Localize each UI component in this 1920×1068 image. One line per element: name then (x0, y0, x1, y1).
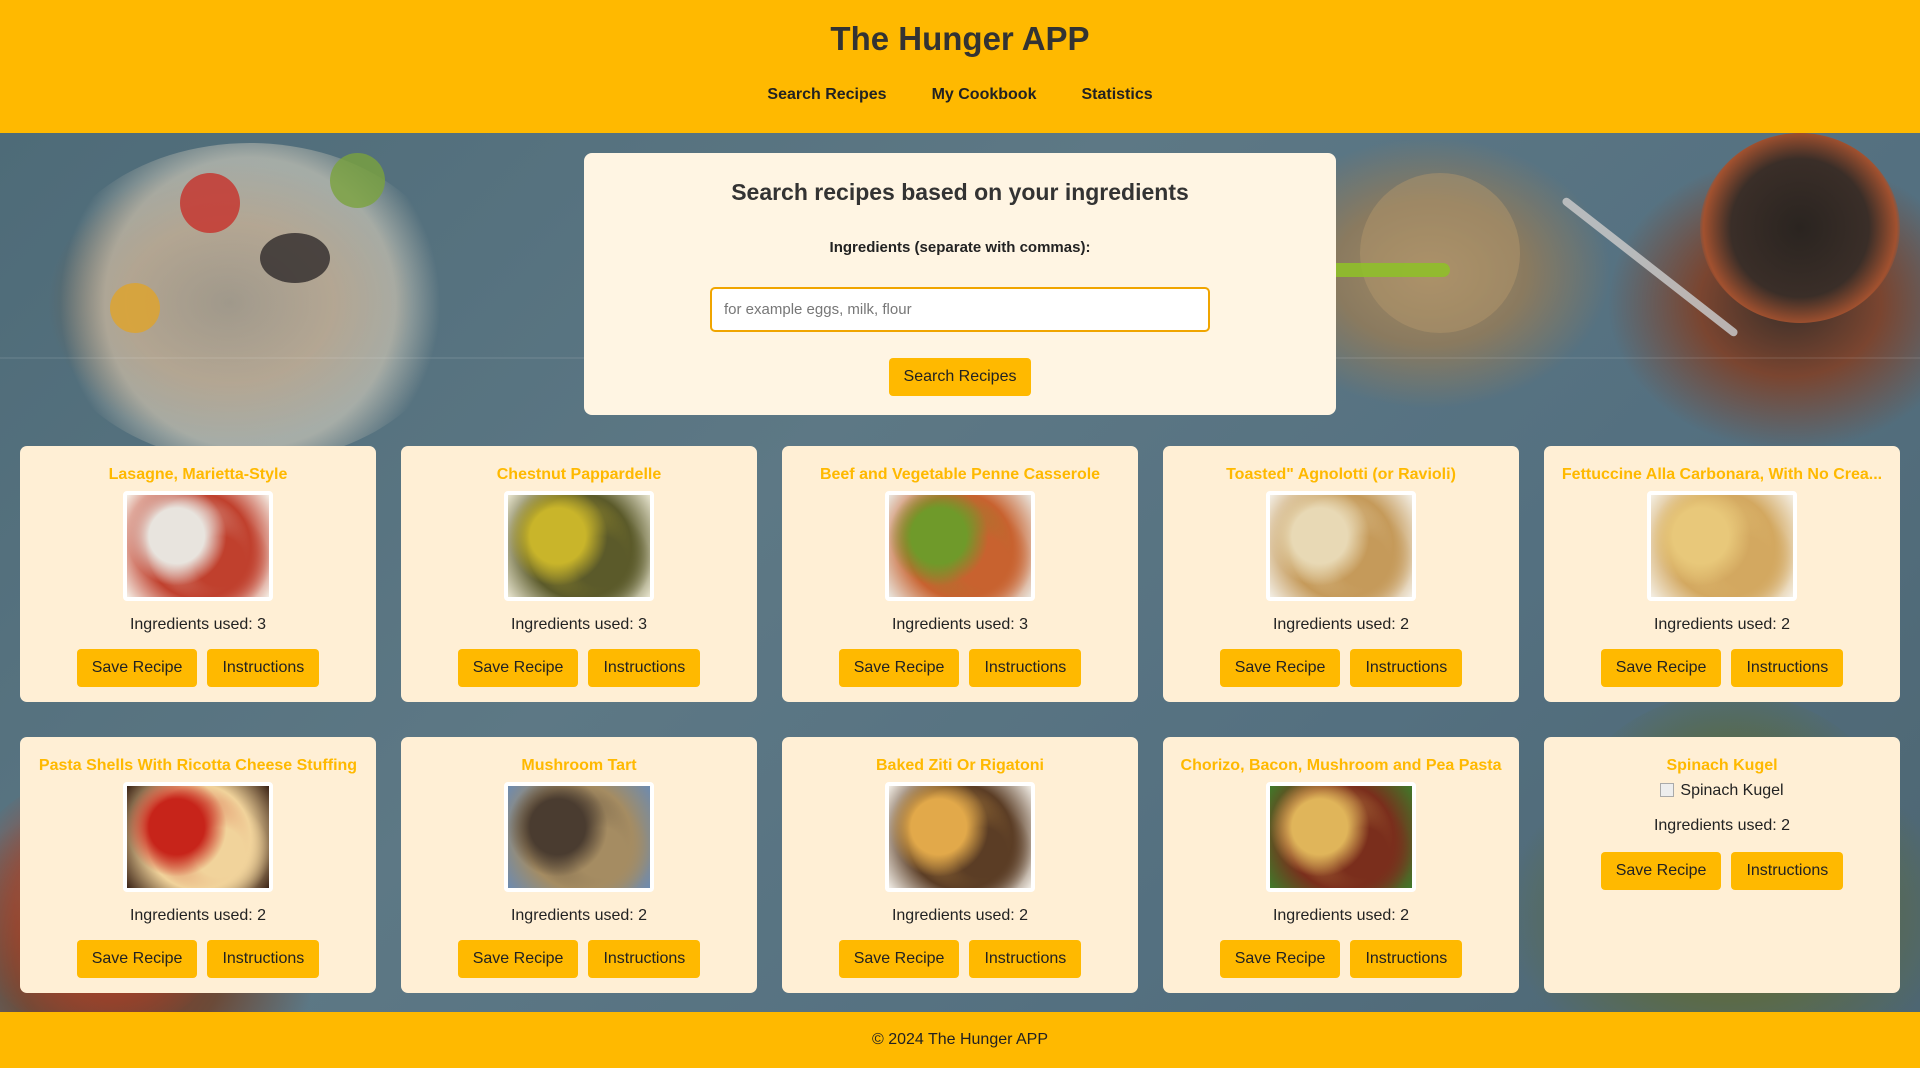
instructions-button[interactable]: Instructions (207, 940, 320, 978)
recipe-title[interactable]: Toasted" Agnolotti (or Ravioli) (1171, 466, 1511, 484)
card-actions: Save Recipe Instructions (20, 649, 376, 687)
recipe-title[interactable]: Fettuccine Alla Carbonara, With No Crea.… (1552, 466, 1892, 484)
recipe-image (123, 491, 273, 601)
card-actions: Save Recipe Instructions (782, 940, 1138, 978)
recipe-title[interactable]: Chestnut Pappardelle (409, 466, 749, 484)
save-recipe-button[interactable]: Save Recipe (1219, 649, 1341, 687)
ingredients-used: Ingredients used: 2 (1653, 817, 1791, 834)
recipe-card: Mushroom Tart Ingredients used: 2 Save Rec… (401, 737, 757, 993)
instructions-button[interactable]: Instructions (969, 940, 1082, 978)
recipe-image (1266, 491, 1416, 601)
instructions-button[interactable]: Instructions (969, 649, 1082, 687)
footer-copyright: © 2024 The Hunger APP (871, 1031, 1049, 1048)
recipe-title[interactable]: Chorizo, Bacon, Mushroom and Pea Pasta (1171, 757, 1511, 775)
save-recipe-button[interactable]: Save Recipe (457, 940, 579, 978)
recipe-image (1647, 491, 1797, 601)
card-actions: Save Recipe Instructions (401, 649, 757, 687)
card-actions: Save Recipe Instructions (1163, 940, 1519, 978)
recipe-image (123, 782, 273, 892)
recipe-title[interactable]: Spinach Kugel (1552, 757, 1892, 775)
ingredients-input[interactable] (710, 287, 1210, 332)
save-recipe-button[interactable]: Save Recipe (457, 649, 579, 687)
recipe-title[interactable]: Lasagne, Marietta-Style (28, 466, 368, 484)
instructions-button[interactable]: Instructions (1350, 940, 1463, 978)
save-recipe-button[interactable]: Save Recipe (838, 940, 960, 978)
recipe-card: Spinach Kugel Spinach Kugel Ingredients us… (1544, 737, 1900, 993)
save-recipe-button[interactable]: Save Recipe (76, 649, 198, 687)
ingredients-used: Ingredients used: 3 (891, 616, 1029, 633)
recipe-image (504, 782, 654, 892)
ingredients-used: Ingredients used: 2 (510, 907, 648, 924)
recipe-image-broken: Spinach Kugel (1544, 782, 1900, 800)
ingredients-used: Ingredients used: 2 (891, 907, 1029, 924)
ingredients-used: Ingredients used: 2 (129, 907, 267, 924)
nav-my-cookbook[interactable]: My Cookbook (932, 86, 1037, 104)
search-heading: Search recipes based on your ingredients (731, 179, 1189, 205)
card-actions: Save Recipe Instructions (20, 940, 376, 978)
recipe-card: Chestnut Pappardelle Ingredients used: 3 S… (401, 446, 757, 702)
recipe-card: Toasted" Agnolotti (or Ravioli) Ingredien… (1163, 446, 1519, 702)
recipe-image (885, 782, 1035, 892)
save-recipe-button[interactable]: Save Recipe (1600, 852, 1722, 890)
save-recipe-button[interactable]: Save Recipe (838, 649, 960, 687)
footer: © 2024 The Hunger APP (0, 1012, 1920, 1068)
card-actions: Save Recipe Instructions (401, 940, 757, 978)
recipe-image (1266, 782, 1416, 892)
recipe-card: Chorizo, Bacon, Mushroom and Pea Pasta In… (1163, 737, 1519, 993)
instructions-button[interactable]: Instructions (207, 649, 320, 687)
recipe-title[interactable]: Baked Ziti Or Rigatoni (790, 757, 1130, 775)
recipe-title[interactable]: Beef and Vegetable Penne Casserole (790, 466, 1130, 484)
main-nav: Search Recipes My Cookbook Statistics (0, 86, 1920, 104)
instructions-button[interactable]: Instructions (1731, 649, 1844, 687)
card-actions: Save Recipe Instructions (1163, 649, 1519, 687)
ingredients-used: Ingredients used: 2 (1653, 616, 1791, 633)
nav-statistics[interactable]: Statistics (1081, 86, 1152, 104)
recipe-image (885, 491, 1035, 601)
instructions-button[interactable]: Instructions (1731, 852, 1844, 890)
card-actions: Save Recipe Instructions (1544, 649, 1900, 687)
recipe-image-alt: Spinach Kugel (1680, 782, 1784, 799)
ingredients-used: Ingredients used: 3 (510, 616, 648, 633)
save-recipe-button[interactable]: Save Recipe (1219, 940, 1341, 978)
recipe-card: Fettuccine Alla Carbonara, With No Crea.… (1544, 446, 1900, 702)
search-panel: Search recipes based on your ingredients… (584, 153, 1336, 415)
instructions-button[interactable]: Instructions (588, 940, 701, 978)
save-recipe-button[interactable]: Save Recipe (76, 940, 198, 978)
instructions-button[interactable]: Instructions (1350, 649, 1463, 687)
app-title: The Hunger APP (830, 20, 1090, 57)
ingredients-label: Ingredients (separate with commas): (829, 239, 1091, 256)
nav-search-recipes[interactable]: Search Recipes (767, 86, 886, 104)
header: The Hunger APP Search Recipes My Cookboo… (0, 0, 1920, 133)
recipe-card: Pasta Shells With Ricotta Cheese Stuffin… (20, 737, 376, 993)
search-recipes-button[interactable]: Search Recipes (889, 358, 1031, 396)
recipe-title[interactable]: Mushroom Tart (409, 757, 749, 775)
card-actions: Save Recipe Instructions (1544, 852, 1900, 890)
recipe-image (504, 491, 654, 601)
ingredients-used: Ingredients used: 2 (1272, 907, 1410, 924)
instructions-button[interactable]: Instructions (588, 649, 701, 687)
recipe-card: Lasagne, Marietta-Style Ingredients used:… (20, 446, 376, 702)
ingredients-used: Ingredients used: 2 (1272, 616, 1410, 633)
broken-image-icon (1660, 783, 1675, 797)
recipe-title[interactable]: Pasta Shells With Ricotta Cheese Stuffin… (28, 757, 368, 775)
ingredients-used: Ingredients used: 3 (129, 616, 267, 633)
card-actions: Save Recipe Instructions (782, 649, 1138, 687)
save-recipe-button[interactable]: Save Recipe (1600, 649, 1722, 687)
recipe-card: Beef and Vegetable Penne Casserole Ingred… (782, 446, 1138, 702)
recipe-card: Baked Ziti Or Rigatoni Ingredients used: … (782, 737, 1138, 993)
